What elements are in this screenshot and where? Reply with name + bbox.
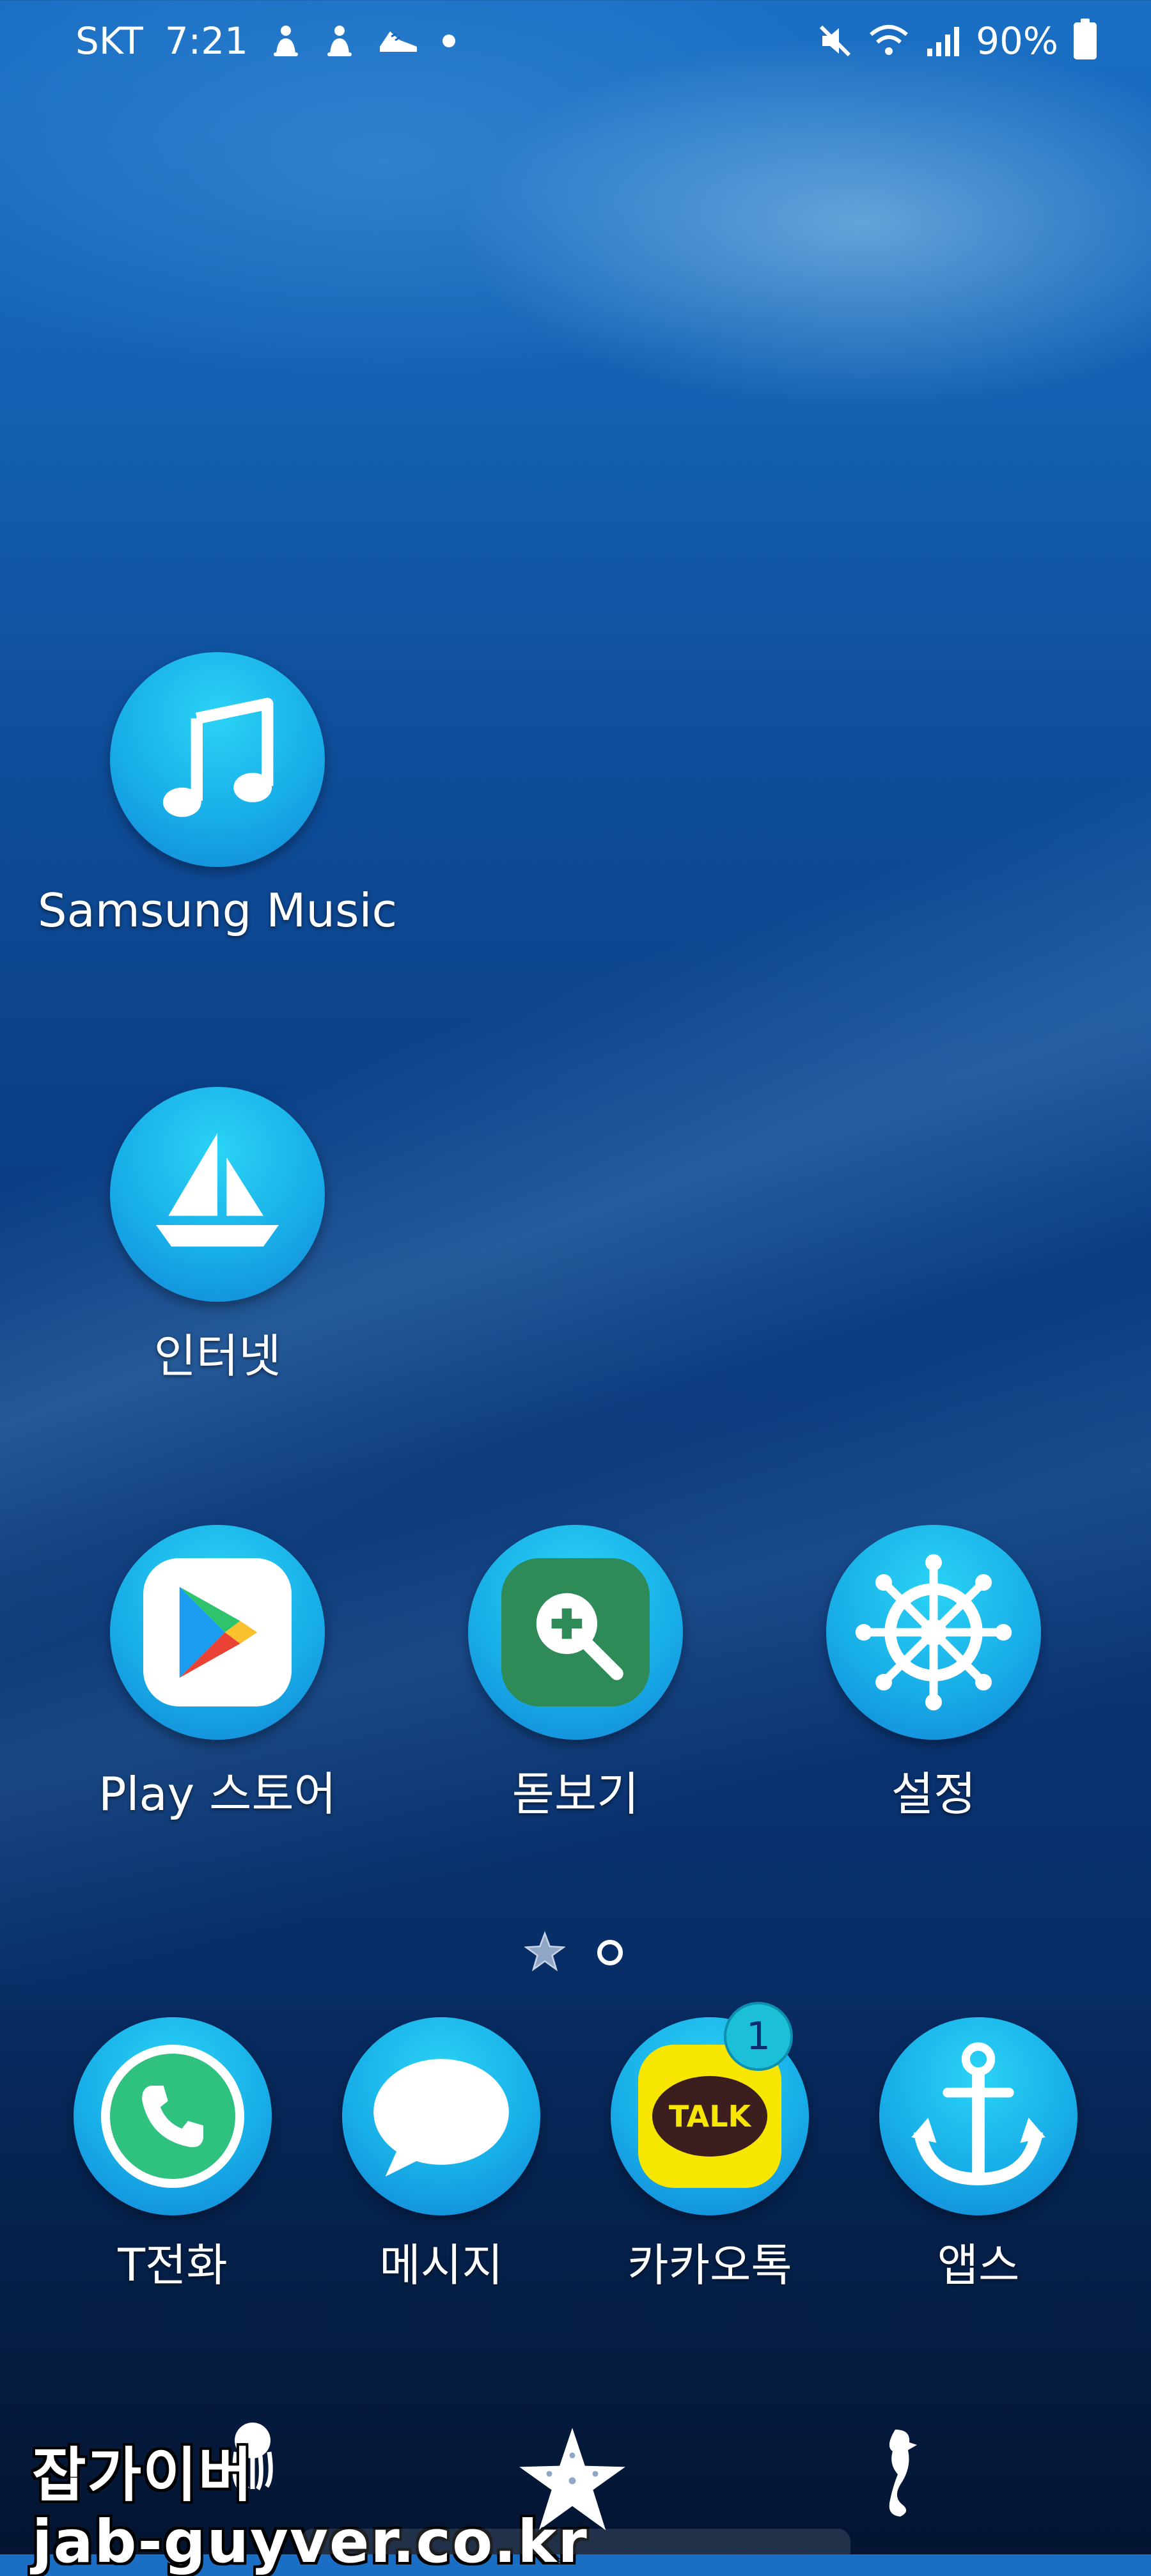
page-indicator (523, 1931, 623, 1974)
app-label: Play 스토어 (98, 1767, 336, 1821)
watermark: 잡가이버 jab-guyver.co.kr (32, 2442, 588, 2575)
alert-icon (270, 23, 302, 59)
page-dot[interactable] (597, 1940, 623, 1965)
signal-icon (925, 23, 960, 59)
sailboat-icon (110, 1087, 325, 1302)
ship-wheel-icon (826, 1525, 1041, 1740)
app-label: 설정 (891, 1767, 976, 1821)
notification-badge: 1 (724, 2002, 793, 2071)
carrier-label: SKT (75, 19, 143, 63)
app-label: 카카오톡 (627, 2239, 792, 2291)
wifi-icon (868, 23, 909, 59)
battery-icon (1074, 19, 1097, 59)
magnifier-icon (468, 1525, 683, 1740)
status-left: SKT 7:21 (75, 19, 457, 63)
app-label: 메시지 (379, 2239, 503, 2291)
dot-icon (441, 33, 457, 49)
app-play-store[interactable]: Play 스토어 (38, 1525, 396, 1823)
starfish-page-icon[interactable] (523, 1931, 567, 1974)
message-icon (342, 2017, 540, 2215)
battery-percent: 90% (976, 19, 1058, 63)
app-label: 앱스 (937, 2239, 1020, 2291)
app-label: Samsung Music (37, 884, 398, 937)
app-samsung-music[interactable]: Samsung Music (37, 652, 398, 937)
music-note-icon (110, 652, 325, 867)
watermark-title: 잡가이버 (32, 2441, 254, 2510)
app-settings[interactable]: 설정 (755, 1525, 1113, 1823)
app-internet[interactable]: 인터넷 (38, 1087, 396, 1386)
alert-icon (324, 23, 356, 59)
kakaotalk-logo-text: TALK (668, 2099, 751, 2134)
seahorse-icon (870, 2423, 921, 2522)
app-label: T전화 (118, 2239, 228, 2291)
status-right: 90% (817, 19, 1097, 63)
dock-app-apps[interactable]: 앱스 (806, 2017, 1151, 2294)
play-store-icon (110, 1525, 325, 1740)
app-magnifier[interactable]: 돋보기 (396, 1525, 755, 1823)
anchor-icon (879, 2017, 1077, 2215)
mute-icon (817, 23, 853, 59)
status-bar: SKT 7:21 90% (0, 0, 1151, 83)
shoe-icon (377, 25, 419, 57)
phone-icon (74, 2017, 272, 2215)
time-label: 7:21 (164, 19, 249, 63)
app-label: 인터넷 (153, 1329, 281, 1383)
navigation-handle[interactable] (301, 2529, 850, 2554)
app-label: 돋보기 (512, 1767, 639, 1821)
